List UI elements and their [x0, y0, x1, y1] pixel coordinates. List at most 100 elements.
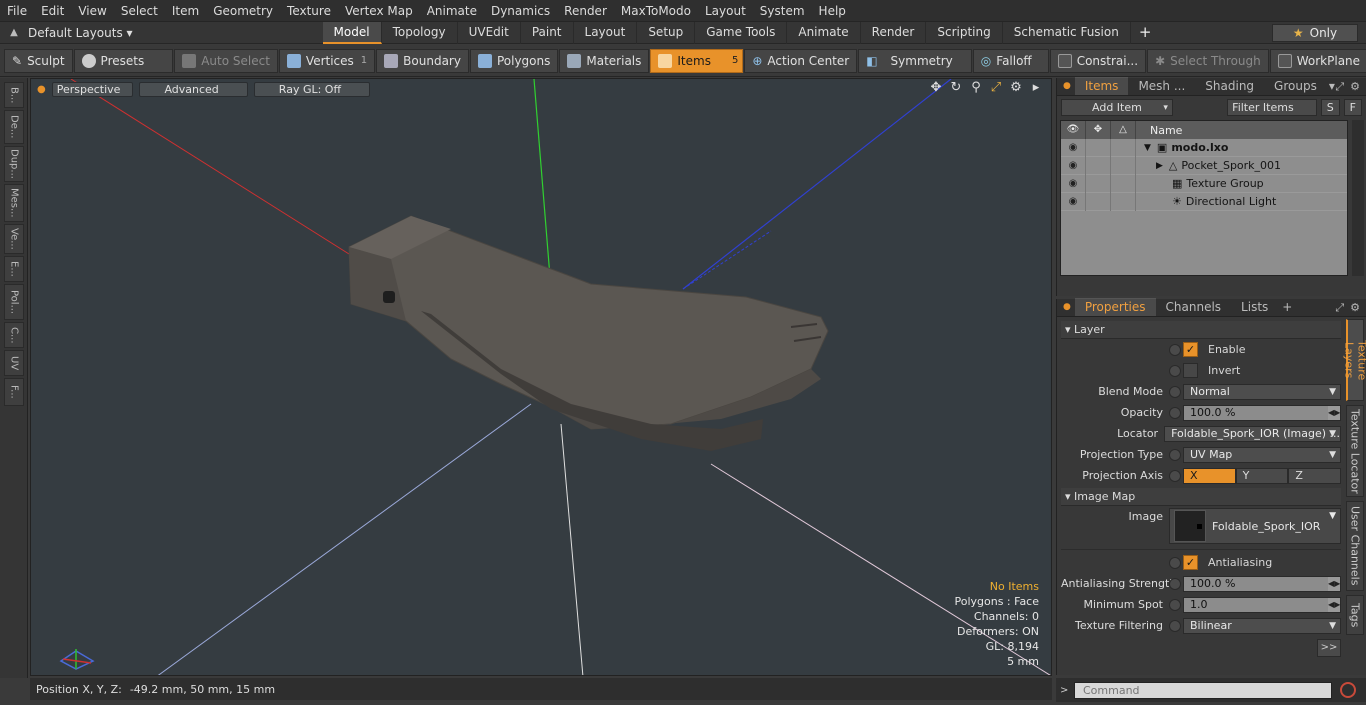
opacity-channel-dot[interactable] [1169, 406, 1181, 419]
item-row[interactable]: ◉ ▦ Texture Group [1061, 174, 1347, 193]
menu-animate[interactable]: Animate [420, 0, 484, 22]
viewport-menu-dot-icon[interactable]: ● [37, 84, 46, 95]
aa-strength-spinner-icon[interactable]: ◀▶ [1328, 576, 1340, 591]
menu-system[interactable]: System [753, 0, 812, 22]
add-properties-tab-icon[interactable]: + [1278, 299, 1296, 316]
action-center-button[interactable]: ⊕ Action Center [744, 48, 858, 73]
name-column-header[interactable]: Name [1136, 124, 1182, 137]
add-item-dropdown-icon[interactable]: ▾ [1163, 100, 1168, 116]
axis-z-button[interactable]: Z [1288, 467, 1342, 484]
antialiasing-checkbox[interactable]: ✓ [1183, 555, 1198, 570]
sculpt-button[interactable]: ✎ Sculpt [4, 48, 73, 73]
left-tab-curve[interactable]: C... [4, 322, 24, 348]
expand-more-button[interactable]: >> [1317, 639, 1341, 657]
filter-items-button[interactable]: Filter Items [1227, 98, 1317, 116]
tab-setup[interactable]: Setup [637, 21, 696, 44]
tab-lists[interactable]: Lists [1231, 299, 1278, 316]
image-map-section-header[interactable]: ▾ Image Map [1061, 488, 1341, 506]
left-tab-vertex[interactable]: Ve... [4, 224, 24, 254]
command-history-arrow-icon[interactable]: > [1060, 685, 1074, 696]
menu-vertex-map[interactable]: Vertex Map [338, 0, 420, 22]
visibility-column-eye-icon[interactable]: 👁 [1061, 121, 1086, 139]
enable-channel-dot[interactable] [1169, 343, 1181, 356]
perspective-button[interactable]: Perspective [51, 81, 134, 97]
items-button[interactable]: Items 5 [650, 48, 744, 73]
workplane-button[interactable]: WorkPlane [1269, 48, 1366, 73]
menu-help[interactable]: Help [812, 0, 853, 22]
tab-layout[interactable]: Layout [574, 21, 638, 44]
tab-game-tools[interactable]: Game Tools [695, 21, 788, 44]
s-button[interactable]: S [1320, 98, 1340, 116]
viewport-settings-gear-icon[interactable]: ⚙ [1009, 81, 1023, 95]
tab-channels[interactable]: Channels [1156, 299, 1232, 316]
aa-strength-channel-dot[interactable] [1169, 577, 1181, 590]
polygons-button[interactable]: Polygons [469, 48, 559, 73]
menu-layout[interactable]: Layout [698, 0, 753, 22]
invert-checkbox[interactable] [1183, 363, 1198, 378]
eye-icon[interactable]: ◉ [1061, 174, 1086, 193]
tab-uvedit[interactable]: UVEdit [458, 21, 521, 44]
raygl-button[interactable]: Ray GL: Off [253, 81, 371, 97]
invert-channel-dot[interactable] [1169, 364, 1181, 377]
constraints-button[interactable]: Constrai... [1049, 48, 1147, 73]
select-through-button[interactable]: ✱ Select Through [1147, 48, 1269, 73]
projection-type-channel-dot[interactable] [1169, 448, 1181, 461]
zoom-icon[interactable]: ⚲ [969, 81, 983, 95]
blend-mode-channel-dot[interactable] [1169, 385, 1181, 398]
menu-dynamics[interactable]: Dynamics [484, 0, 557, 22]
3d-viewport[interactable]: ● Perspective Advanced Ray GL: Off ✥ ↻ ⚲… [30, 78, 1052, 676]
vtab-texture-locator[interactable]: Texture Locator [1346, 405, 1364, 497]
item-row[interactable]: ◉ ▶ △ Pocket_Spork_001 [1061, 156, 1347, 175]
materials-button[interactable]: Materials [559, 48, 650, 73]
f-button[interactable]: F [1343, 98, 1362, 116]
tab-scripting[interactable]: Scripting [926, 21, 1003, 44]
advanced-button[interactable]: Advanced [139, 81, 248, 97]
tab-properties[interactable]: Properties [1074, 298, 1156, 316]
projection-type-select[interactable]: UV Map ▼ [1183, 446, 1341, 463]
menu-geometry[interactable]: Geometry [206, 0, 280, 22]
maximize-icon[interactable]: ⤢ [989, 81, 1003, 95]
enable-checkbox[interactable]: ✓ [1183, 342, 1198, 357]
aa-strength-field[interactable]: 100.0 % ◀▶ [1183, 575, 1341, 592]
items-scrollbar[interactable] [1352, 120, 1364, 276]
items-panel-dot-icon[interactable]: ● [1063, 78, 1071, 95]
locator-select[interactable]: Foldable_Spork_IOR (Image) ... ▼ [1164, 425, 1341, 442]
layer-section-header[interactable]: ▾ Layer [1061, 321, 1341, 339]
left-tab-mesh[interactable]: Mes... [4, 184, 24, 222]
properties-gear-icon[interactable]: ⚙ [1350, 301, 1360, 315]
left-tab-polygon[interactable]: Pol... [4, 284, 24, 320]
symmetry-button[interactable]: ◧ Symmetry [858, 48, 972, 73]
expand-arrow-icon[interactable]: ▶ [1156, 161, 1163, 171]
left-tab-deform[interactable]: De... [4, 110, 24, 144]
add-tab-icon[interactable]: + [1131, 22, 1160, 44]
left-tab-uv[interactable]: UV [4, 350, 24, 376]
vtab-user-channels[interactable]: User Channels [1346, 501, 1364, 591]
menu-file[interactable]: File [0, 0, 34, 22]
eye-icon[interactable]: ◉ [1061, 192, 1086, 211]
command-input[interactable] [1074, 681, 1332, 699]
properties-panel-dot-icon[interactable]: ● [1063, 299, 1071, 316]
only-button[interactable]: ★ Only [1272, 24, 1358, 42]
left-tab-fusion[interactable]: F... [4, 378, 24, 406]
falloff-button[interactable]: ◎ Falloff [972, 48, 1049, 73]
projection-axis-channel-dot[interactable] [1169, 469, 1181, 482]
presets-button[interactable]: Presets [73, 48, 174, 73]
items-panel-expand-icon[interactable]: ⤢ [1335, 80, 1344, 94]
tab-items[interactable]: Items [1074, 77, 1129, 95]
lock-column-icon[interactable]: ✥ [1086, 121, 1111, 139]
eye-icon[interactable]: ◉ [1061, 138, 1086, 157]
menu-render[interactable]: Render [557, 0, 614, 22]
tab-shading[interactable]: Shading [1195, 78, 1264, 95]
menu-select[interactable]: Select [114, 0, 165, 22]
layout-select[interactable]: Default Layouts ▾ [28, 26, 133, 40]
menu-view[interactable]: View [71, 0, 113, 22]
tab-paint[interactable]: Paint [521, 21, 574, 44]
item-row[interactable]: ◉ ▼ ▣ modo.lxo [1061, 138, 1347, 157]
auto-select-button[interactable]: Auto Select [174, 48, 278, 73]
tab-render[interactable]: Render [861, 21, 927, 44]
viewport-more-icon[interactable]: ▸ [1029, 81, 1043, 95]
add-item-button[interactable]: Add Item ▾ [1061, 98, 1173, 116]
tab-groups[interactable]: Groups [1264, 78, 1327, 95]
eye-icon[interactable]: ◉ [1061, 156, 1086, 175]
tab-topology[interactable]: Topology [382, 21, 458, 44]
